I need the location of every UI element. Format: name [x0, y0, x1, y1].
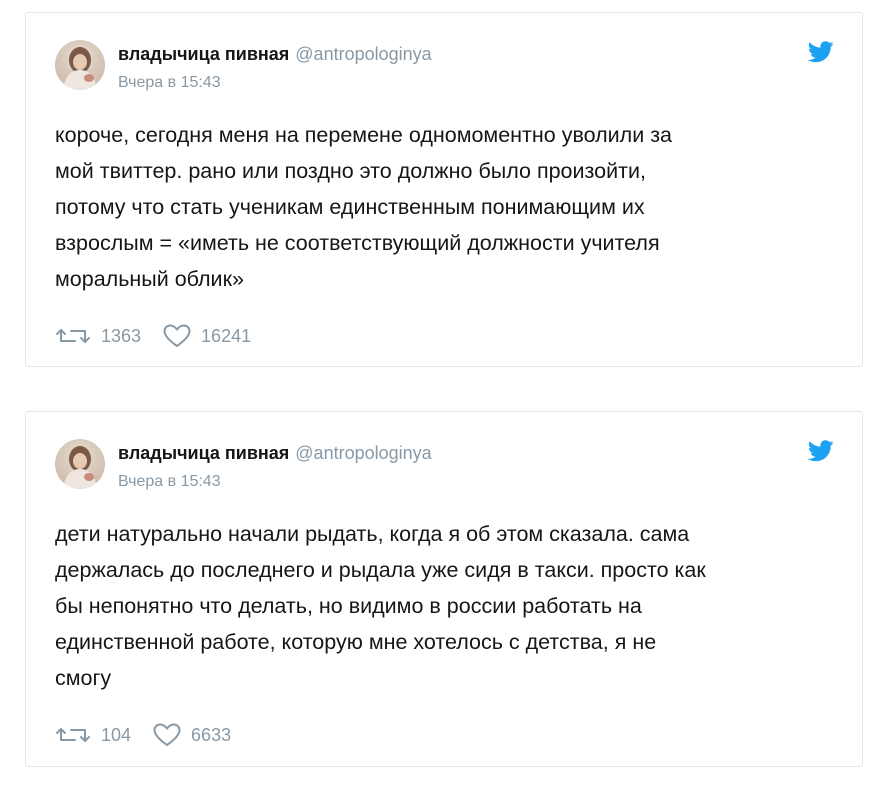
author-handle[interactable]: @antropologinya [295, 443, 431, 463]
retweet-count: 104 [101, 724, 132, 745]
author-display-name[interactable]: владычица пивная [118, 44, 289, 64]
twitter-bird-icon[interactable] [807, 41, 834, 63]
retweet-count: 1363 [101, 325, 142, 346]
author-line: владычица пивная @antropologinya [118, 43, 432, 65]
avatar[interactable] [55, 439, 105, 489]
tweet-actions: 1363 16241 [55, 324, 251, 348]
author-line: владычица пивная @antropologinya [118, 442, 432, 464]
like-count: 6633 [191, 724, 232, 745]
tweet-timestamp[interactable]: Вчера в 15:43 [118, 73, 221, 93]
tweet-card[interactable]: владычица пивная @antropologinya Вчера в … [25, 411, 863, 767]
retweet-icon [55, 326, 91, 346]
author-display-name[interactable]: владычица пивная [118, 443, 289, 463]
tweet-card[interactable]: владычица пивная @antropologinya Вчера в … [25, 12, 863, 367]
like-button[interactable]: 16241 [163, 324, 251, 348]
heart-icon [163, 324, 191, 348]
like-count: 16241 [201, 325, 252, 346]
retweet-icon [55, 725, 91, 745]
author-handle[interactable]: @antropologinya [295, 44, 431, 64]
retweet-button[interactable]: 1363 [55, 326, 141, 347]
tweet-text: короче, сегодня меня на перемене одномом… [55, 123, 673, 291]
avatar[interactable] [55, 40, 105, 90]
tweet-timestamp[interactable]: Вчера в 15:43 [118, 472, 221, 492]
heart-icon [153, 723, 181, 747]
tweet-text: дети натурально начали рыдать, когда я о… [55, 522, 706, 690]
tweet-actions: 104 6633 [55, 723, 231, 747]
like-button[interactable]: 6633 [153, 723, 231, 747]
retweet-button[interactable]: 104 [55, 725, 131, 746]
twitter-bird-icon[interactable] [807, 440, 834, 462]
